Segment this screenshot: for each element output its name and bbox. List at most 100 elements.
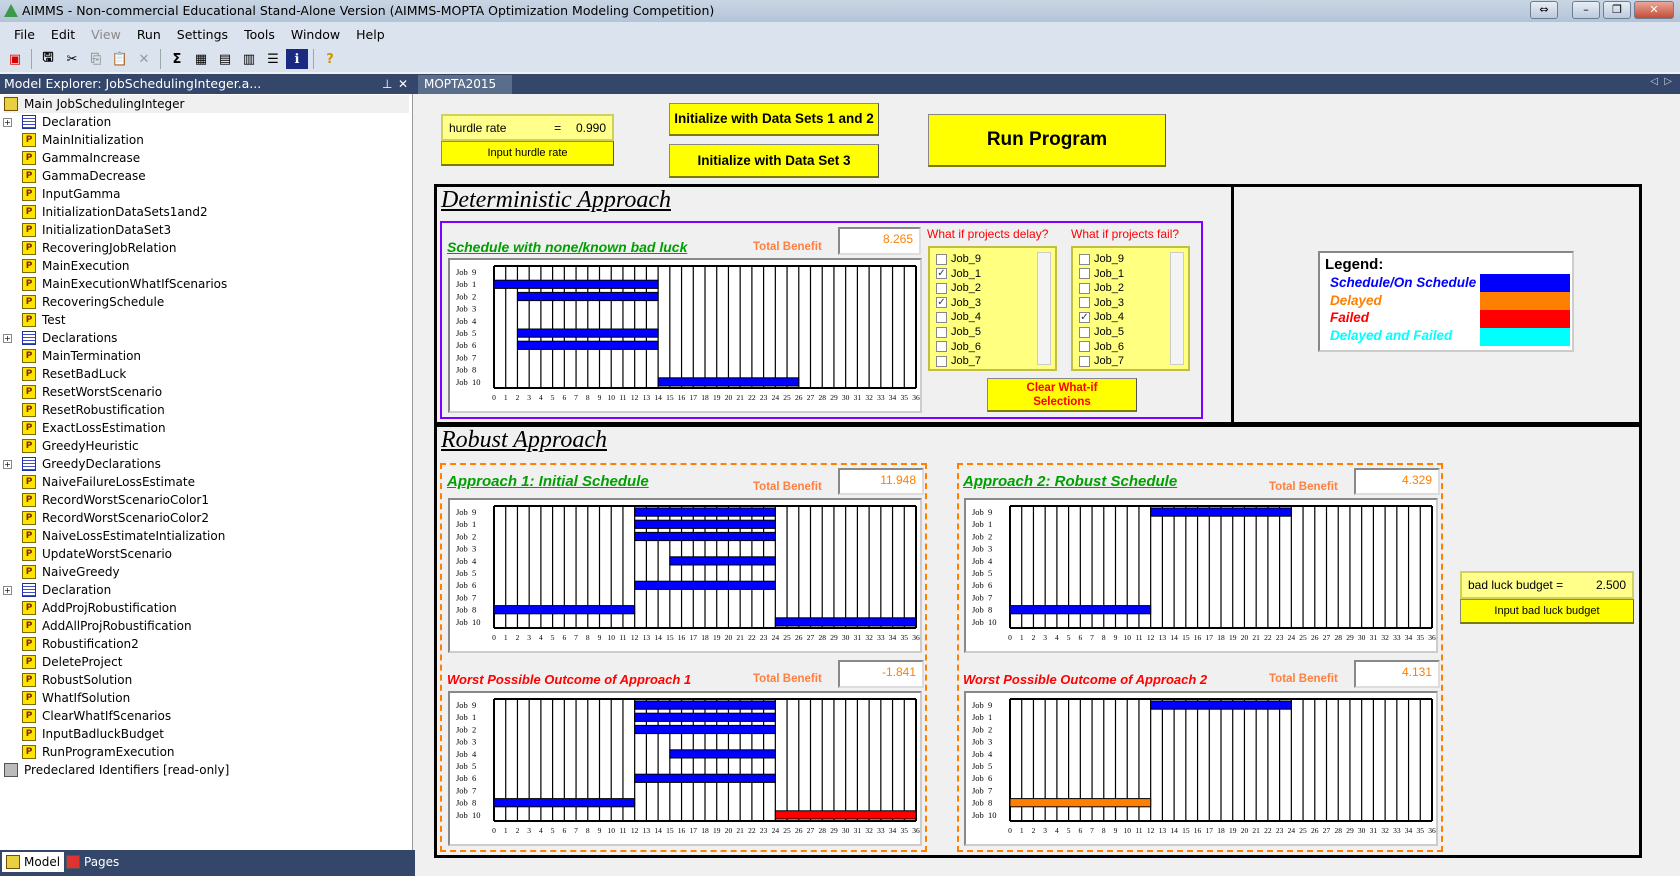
tree-item[interactable]: + Declaration	[3, 581, 111, 599]
expand-icon[interactable]: +	[3, 585, 12, 595]
tree-item[interactable]: P GreedyHeuristic	[22, 437, 139, 455]
menu-view[interactable]: View	[91, 27, 121, 42]
menu-edit[interactable]: Edit	[51, 27, 75, 42]
fail-list-scrollbar[interactable]	[1170, 252, 1184, 365]
tree-item[interactable]: P GammaIncrease	[22, 149, 140, 167]
checkbox-job-9[interactable]: Job_9	[936, 252, 981, 266]
tree-item[interactable]: P ClearWhatIfScenarios	[22, 707, 171, 725]
fail-checkbox-list[interactable]: Job_9 Job_1 Job_2 Job_3 ✓ Job_4 Job_5 Job_6 Job_…	[1071, 246, 1190, 371]
tree-item[interactable]: P Robustification2	[22, 635, 139, 653]
run-program-button[interactable]: Run Program	[928, 114, 1166, 167]
cut-icon[interactable]: ✂	[61, 49, 83, 69]
menu-builder-icon[interactable]: ☰	[262, 49, 284, 69]
math-program-icon[interactable]: Σ	[166, 49, 188, 69]
checkbox-job-2[interactable]: Job_2	[1079, 281, 1124, 295]
tab-pages[interactable]: Pages	[62, 852, 123, 872]
unchecked-icon[interactable]	[1079, 355, 1090, 367]
tree-item[interactable]: P RecordWorstScenarioColor2	[22, 509, 209, 527]
copy-icon[interactable]: ⎘	[85, 49, 107, 69]
tree-item[interactable]: P WhatIfSolution	[22, 689, 130, 707]
init-data-sets-1-2-button[interactable]: Initialize with Data Sets 1 and 2	[669, 103, 879, 136]
tree-item[interactable]: P InitializationDataSet3	[22, 221, 171, 239]
tree-item[interactable]: Predeclared Identifiers [read-only]	[4, 761, 229, 779]
tree-item[interactable]: P InputBadluckBudget	[22, 725, 164, 743]
maximize-button[interactable]: ❐	[1603, 1, 1631, 19]
tree-item[interactable]: Main JobSchedulingInteger	[4, 95, 409, 113]
pin-icon[interactable]: ⊥	[382, 74, 392, 94]
paste-icon[interactable]: 📋	[109, 49, 131, 69]
input-hurdle-rate-button[interactable]: Input hurdle rate	[441, 141, 614, 166]
expand-icon[interactable]: +	[3, 117, 12, 127]
delay-list-scrollbar[interactable]	[1037, 252, 1051, 365]
close-panel-icon[interactable]: ✕	[398, 74, 408, 94]
tree-item[interactable]: P InputGamma	[22, 185, 120, 203]
checkbox-job-2[interactable]: Job_2	[936, 281, 981, 295]
tree-item[interactable]: P Test	[22, 311, 66, 329]
tree-item[interactable]: P AddAllProjRobustification	[22, 617, 192, 635]
save-all-icon[interactable]: 🖫	[37, 49, 59, 69]
tree-item[interactable]: + Declaration	[3, 113, 111, 131]
unchecked-icon[interactable]	[936, 341, 947, 353]
unchecked-icon[interactable]	[1079, 297, 1090, 309]
checkbox-job-7[interactable]: Job_7	[936, 354, 981, 368]
menu-run[interactable]: Run	[137, 27, 161, 42]
scroll-left-icon[interactable]: ◁	[1650, 76, 1658, 87]
unchecked-icon[interactable]	[1079, 341, 1090, 353]
tree-item[interactable]: P InitializationDataSets1and2	[22, 203, 208, 221]
unchecked-icon[interactable]	[936, 355, 947, 367]
hurdle-rate-field[interactable]: hurdle rate = 0.990	[441, 114, 614, 141]
tree-item[interactable]: P ResetRobustification	[22, 401, 165, 419]
tree-item[interactable]: P DeleteProject	[22, 653, 122, 671]
tree-item[interactable]: P RobustSolution	[22, 671, 132, 689]
tree-item[interactable]: + Declarations	[3, 329, 117, 347]
tree-item[interactable]: P NaiveFailureLossEstimate	[22, 473, 195, 491]
checkbox-job-1[interactable]: Job_1	[1079, 267, 1124, 281]
tree-item[interactable]: P ExactLossEstimation	[22, 419, 166, 437]
checkbox-job-5[interactable]: Job_5	[936, 325, 981, 339]
checked-icon[interactable]: ✓	[936, 268, 947, 280]
checkbox-job-1[interactable]: ✓ Job_1	[936, 267, 981, 281]
delay-checkbox-list[interactable]: Job_9 ✓ Job_1 Job_2 ✓ Job_3 Job_4 Job_5 Job_6 Job…	[928, 246, 1057, 371]
unchecked-icon[interactable]	[936, 326, 947, 338]
calendar-icon[interactable]: ▣	[4, 49, 26, 69]
tree-item[interactable]: P RecoveringJobRelation	[22, 239, 176, 257]
tree-item[interactable]: P AddProjRobustification	[22, 599, 177, 617]
unchecked-icon[interactable]	[1079, 268, 1090, 280]
clear-what-if-button[interactable]: Clear What-if Selections	[987, 378, 1137, 412]
tab-mopta2015[interactable]: MOPTA2015 ✕	[418, 75, 512, 110]
bad-luck-budget-field[interactable]: bad luck budget = 2.500	[1460, 571, 1634, 599]
tree-item[interactable]: P NaiveLossEstimateIntialization	[22, 527, 225, 545]
unchecked-icon[interactable]	[936, 253, 947, 265]
tree-item[interactable]: P RecordWorstScenarioColor1	[22, 491, 209, 509]
restore-size-button[interactable]: ⇔	[1530, 1, 1558, 19]
input-bad-luck-budget-button[interactable]: Input bad luck budget	[1460, 599, 1634, 624]
checkbox-job-9[interactable]: Job_9	[1079, 252, 1124, 266]
checkbox-job-3[interactable]: ✓ Job_3	[936, 296, 981, 310]
identifier-info-icon[interactable]: ℹ	[286, 49, 308, 69]
checkbox-job-5[interactable]: Job_5	[1079, 325, 1124, 339]
menu-help[interactable]: Help	[356, 27, 385, 42]
tab-model[interactable]: Model	[2, 852, 65, 872]
checkbox-job-6[interactable]: Job_6	[936, 340, 981, 354]
tree-item[interactable]: P NaiveGreedy	[22, 563, 120, 581]
menu-window[interactable]: Window	[291, 27, 340, 42]
tree-item[interactable]: P ResetWorstScenario	[22, 383, 162, 401]
tree-item[interactable]: P MainExecutionWhatIfScenarios	[22, 275, 227, 293]
page-manager-icon[interactable]: ▤	[214, 49, 236, 69]
checkbox-job-4[interactable]: ✓ Job_4	[1079, 310, 1124, 324]
unchecked-icon[interactable]	[1079, 253, 1090, 265]
template-manager-icon[interactable]: ▥	[238, 49, 260, 69]
help-icon[interactable]: ?	[319, 49, 341, 69]
unchecked-icon[interactable]	[1079, 326, 1090, 338]
unchecked-icon[interactable]	[1079, 282, 1090, 294]
checkbox-job-4[interactable]: Job_4	[936, 310, 981, 324]
minimize-button[interactable]: –	[1572, 1, 1600, 19]
tree-item[interactable]: P MainExecution	[22, 257, 130, 275]
checkbox-job-7[interactable]: Job_7	[1079, 354, 1124, 368]
data-page-icon[interactable]: ▦	[190, 49, 212, 69]
init-data-set-3-button[interactable]: Initialize with Data Set 3	[669, 144, 879, 178]
tree-item[interactable]: P MainTermination	[22, 347, 141, 365]
tree-item[interactable]: P RunProgramExecution	[22, 743, 175, 761]
expand-icon[interactable]: +	[3, 333, 12, 343]
tree-item[interactable]: P UpdateWorstScenario	[22, 545, 172, 563]
